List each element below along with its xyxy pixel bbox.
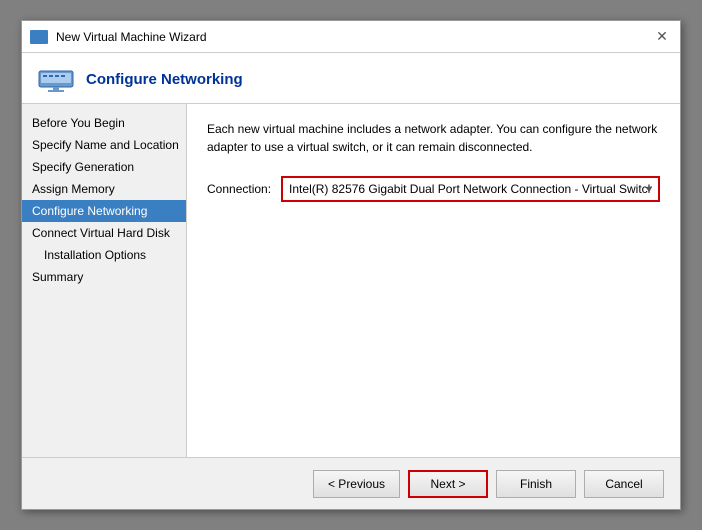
- connection-select[interactable]: Intel(R) 82576 Gigabit Dual Port Network…: [281, 176, 660, 202]
- connection-row: Connection: Intel(R) 82576 Gigabit Dual …: [207, 176, 660, 202]
- sidebar-item[interactable]: Assign Memory: [22, 178, 186, 200]
- sidebar-item[interactable]: Connect Virtual Hard Disk: [22, 222, 186, 244]
- close-button[interactable]: ✕: [652, 27, 672, 47]
- sidebar-item[interactable]: Summary: [22, 266, 186, 288]
- network-icon: [38, 65, 74, 93]
- sidebar-item[interactable]: Configure Networking: [22, 200, 186, 222]
- sidebar-item[interactable]: Specify Name and Location: [22, 134, 186, 156]
- cancel-button[interactable]: Cancel: [584, 470, 664, 498]
- window-title: New Virtual Machine Wizard: [56, 30, 652, 44]
- next-button[interactable]: Next >: [408, 470, 488, 498]
- sidebar-item[interactable]: Installation Options: [22, 244, 186, 266]
- previous-button[interactable]: < Previous: [313, 470, 400, 498]
- connection-select-wrapper[interactable]: Intel(R) 82576 Gigabit Dual Port Network…: [281, 176, 660, 202]
- wizard-window: New Virtual Machine Wizard ✕ Configure N…: [21, 20, 681, 510]
- window-icon: [30, 30, 48, 44]
- sidebar-item[interactable]: Before You Begin: [22, 112, 186, 134]
- connection-label: Connection:: [207, 182, 271, 196]
- content-area: Each new virtual machine includes a netw…: [187, 104, 680, 457]
- wizard-header: Configure Networking: [22, 53, 680, 104]
- sidebar: Before You BeginSpecify Name and Locatio…: [22, 104, 187, 457]
- sidebar-item[interactable]: Specify Generation: [22, 156, 186, 178]
- page-title: Configure Networking: [86, 71, 243, 88]
- wizard-footer: < Previous Next > Finish Cancel: [22, 457, 680, 509]
- wizard-body: Before You BeginSpecify Name and Locatio…: [22, 104, 680, 457]
- finish-button[interactable]: Finish: [496, 470, 576, 498]
- title-bar: New Virtual Machine Wizard ✕: [22, 21, 680, 53]
- description-text: Each new virtual machine includes a netw…: [207, 120, 660, 156]
